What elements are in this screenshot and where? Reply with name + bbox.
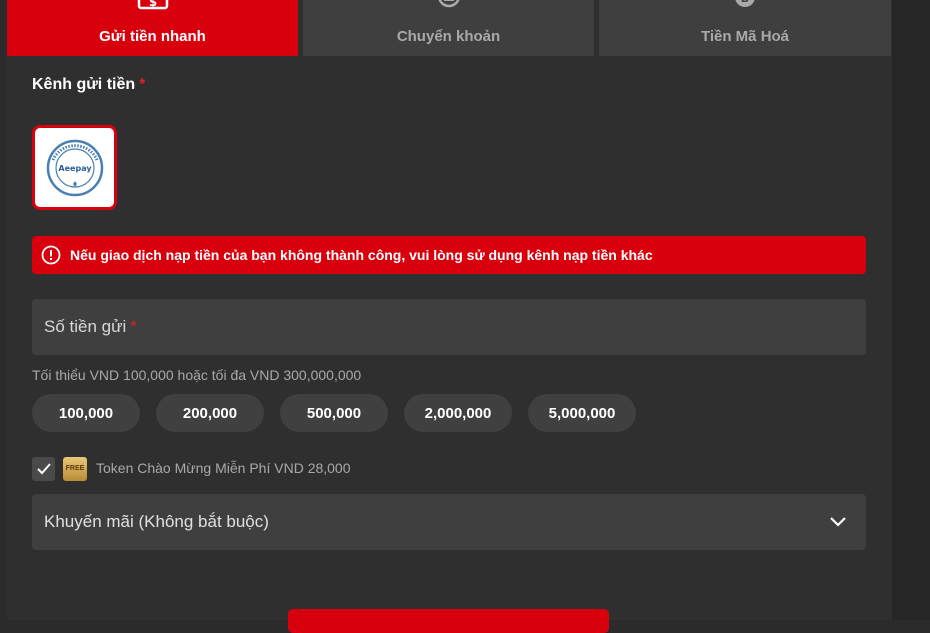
channel-section-label: Kênh gửi tiền *	[32, 76, 145, 94]
svg-text:B: B	[741, 0, 749, 5]
aeepay-logo: Aeepay	[46, 139, 103, 196]
channel-label-text: Kênh gửi tiền	[32, 76, 136, 93]
promotion-placeholder: Khuyến mãi (Không bắt buộc)	[44, 512, 269, 531]
tab-fast-deposit[interactable]: $ Gửi tiền nhanh	[7, 0, 298, 56]
channel-option-aeepay[interactable]: Aeepay	[32, 125, 117, 210]
svg-text:$: $	[148, 0, 156, 9]
alert-circle-icon	[41, 245, 61, 265]
token-checkbox[interactable]	[32, 457, 55, 481]
submit-button[interactable]	[288, 609, 609, 633]
amount-limit-hint: Tối thiểu VND 100,000 hoặc tối đa VND 30…	[32, 367, 362, 383]
tab-crypto[interactable]: B Tiền Mã Hoá	[599, 0, 891, 56]
deposit-warning-alert: Nếu giao dịch nạp tiền của bạn không thà…	[32, 236, 866, 274]
chevron-down-icon	[830, 517, 846, 527]
token-icon-text: FREE	[65, 465, 85, 472]
free-token-icon: FREE	[63, 457, 87, 481]
required-mark: *	[130, 317, 137, 336]
amount-input[interactable]: Số tiền gửi *	[32, 299, 866, 355]
quick-amount-button[interactable]: 200,000	[156, 394, 264, 432]
quick-amount-button[interactable]: 500,000	[280, 394, 388, 432]
tab-label: Gửi tiền nhanh	[99, 28, 206, 45]
fast-deposit-icon: $	[136, 0, 170, 18]
tab-label: Chuyển khoản	[396, 28, 501, 45]
alert-text: Nếu giao dịch nạp tiền của bạn không thà…	[70, 247, 653, 263]
quick-amount-button[interactable]: 100,000	[32, 394, 140, 432]
quick-amount-button[interactable]: 5,000,000	[528, 394, 636, 432]
tab-label: Tiền Mã Hoá	[700, 28, 790, 45]
checkmark-icon	[36, 463, 51, 475]
token-label: Token Chào Mừng Miễn Phí VND 28,000	[96, 460, 351, 476]
quick-amount-button[interactable]: 2,000,000	[404, 394, 512, 432]
bank-transfer-icon	[434, 0, 464, 18]
crypto-coin-icon: B	[730, 0, 760, 18]
promotion-select[interactable]: Khuyến mãi (Không bắt buộc)	[32, 494, 866, 550]
required-mark: *	[139, 76, 146, 93]
amount-placeholder: Số tiền gửi	[44, 317, 127, 336]
channel-name: Aeepay	[58, 164, 92, 173]
right-gutter	[892, 0, 930, 620]
tab-bank-transfer[interactable]: Chuyển khoản	[303, 0, 594, 56]
